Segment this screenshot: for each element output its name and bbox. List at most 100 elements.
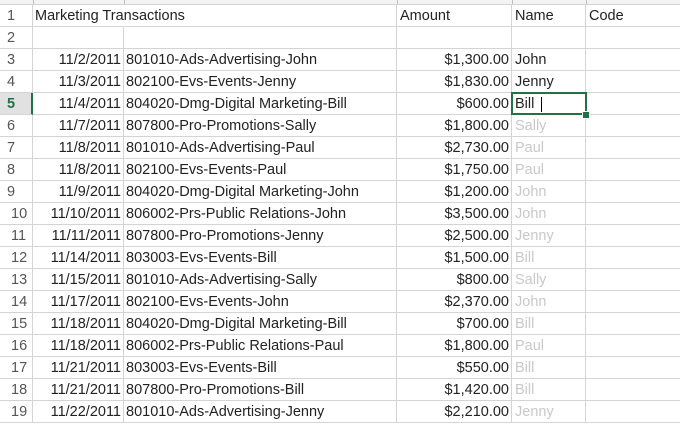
flash-fill-preview-cell[interactable]: Bill [512,247,586,269]
date-cell[interactable]: 11/17/2011 [33,291,124,313]
code-cell[interactable] [586,247,680,269]
sheet-title-cell[interactable]: Marketing Transactions [33,5,185,27]
code-column-label[interactable]: Code [586,5,680,27]
row-header[interactable]: 4 [0,71,33,93]
date-cell[interactable]: 11/15/2011 [33,269,124,291]
date-cell[interactable]: 11/18/2011 [33,313,124,335]
flash-fill-preview-cell[interactable]: John [512,291,586,313]
date-cell[interactable]: 11/7/2011 [33,115,124,137]
name-column-label[interactable]: Name [512,5,586,27]
flash-fill-preview-cell[interactable]: Sally [512,115,586,137]
date-cell[interactable]: 11/4/2011 [33,93,124,115]
amount-cell[interactable]: $2,370.00 [397,291,512,313]
code-cell[interactable] [586,357,680,379]
code-cell[interactable] [586,313,680,335]
date-cell[interactable]: 11/21/2011 [33,379,124,401]
row-header[interactable]: 16 [0,335,33,357]
date-cell[interactable]: 11/2/2011 [33,49,124,71]
description-cell[interactable]: 807800-Pro-Promotions-Sally [124,115,397,137]
row-header[interactable]: 7 [0,137,33,159]
flash-fill-preview-cell[interactable]: Sally [512,269,586,291]
active-cell-selection[interactable] [511,92,587,115]
empty-cell[interactable] [512,27,586,49]
row-header[interactable]: 6 [0,115,33,137]
date-cell[interactable]: 11/8/2011 [33,159,124,181]
flash-fill-preview-cell[interactable]: Jenny [512,225,586,247]
row-header[interactable]: 15 [0,313,33,335]
date-cell[interactable]: 11/18/2011 [33,335,124,357]
row-header[interactable]: 2 [0,27,33,49]
empty-cell[interactable] [124,27,397,49]
description-cell[interactable]: 801010-Ads-Advertising-Paul [124,137,397,159]
amount-cell[interactable]: $1,830.00 [397,71,512,93]
code-cell[interactable] [586,269,680,291]
date-cell[interactable]: 11/14/2011 [33,247,124,269]
amount-cell[interactable]: $2,730.00 [397,137,512,159]
description-cell[interactable]: 806002-Prs-Public Relations-John [124,203,397,225]
description-cell[interactable]: 802100-Evs-Events-Jenny [124,71,397,93]
row-header[interactable]: 19 [0,401,33,423]
amount-cell[interactable]: $2,500.00 [397,225,512,247]
description-cell[interactable]: 804020-Dmg-Digital Marketing-Bill [124,93,397,115]
empty-cell[interactable] [397,27,512,49]
code-cell[interactable] [586,137,680,159]
description-cell[interactable]: 803003-Evs-Events-Bill [124,357,397,379]
description-cell[interactable]: 801010-Ads-Advertising-Sally [124,269,397,291]
amount-cell[interactable]: $1,500.00 [397,247,512,269]
amount-cell[interactable]: $1,750.00 [397,159,512,181]
code-cell[interactable] [586,159,680,181]
amount-cell[interactable]: $1,420.00 [397,379,512,401]
fill-handle[interactable] [582,111,590,119]
flash-fill-preview-cell[interactable]: Bill [512,379,586,401]
row-header[interactable]: 1 [0,5,33,27]
empty-cell[interactable] [124,5,397,27]
amount-cell[interactable]: $1,800.00 [397,115,512,137]
amount-cell[interactable]: $2,210.00 [397,401,512,423]
description-cell[interactable]: 802100-Evs-Events-Paul [124,159,397,181]
flash-fill-preview-cell[interactable]: Jenny [512,401,586,423]
row-header[interactable]: 9 [0,181,33,203]
row-header[interactable]: 3 [0,49,33,71]
amount-cell[interactable]: $3,500.00 [397,203,512,225]
flash-fill-preview-cell[interactable]: Bill [512,357,586,379]
amount-cell[interactable]: $1,200.00 [397,181,512,203]
description-cell[interactable]: 806002-Prs-Public Relations-Paul [124,335,397,357]
name-cell[interactable]: John [512,49,586,71]
date-cell[interactable]: 11/8/2011 [33,137,124,159]
date-cell[interactable]: 11/10/2011 [33,203,124,225]
code-cell[interactable] [586,203,680,225]
amount-cell[interactable]: $1,300.00 [397,49,512,71]
amount-cell[interactable]: $700.00 [397,313,512,335]
amount-cell[interactable]: $550.00 [397,357,512,379]
row-header[interactable]: 18 [0,379,33,401]
date-cell[interactable]: 11/11/2011 [33,225,124,247]
row-header[interactable]: 12 [0,247,33,269]
row-header[interactable]: 5 [0,93,33,115]
row-header[interactable]: 13 [0,269,33,291]
code-cell[interactable] [586,49,680,71]
amount-cell[interactable]: $1,800.00 [397,335,512,357]
flash-fill-preview-cell[interactable]: Paul [512,335,586,357]
description-cell[interactable]: 801010-Ads-Advertising-John [124,49,397,71]
date-cell[interactable]: 11/3/2011 [33,71,124,93]
description-cell[interactable]: 803003-Evs-Events-Bill [124,247,397,269]
date-cell[interactable]: 11/22/2011 [33,401,124,423]
row-header[interactable]: 14 [0,291,33,313]
description-cell[interactable]: 807800-Pro-Promotions-Bill [124,379,397,401]
code-cell[interactable] [586,93,680,115]
name-cell[interactable]: Jenny [512,71,586,93]
flash-fill-preview-cell[interactable]: John [512,203,586,225]
flash-fill-preview-cell[interactable]: Bill [512,313,586,335]
code-cell[interactable] [586,379,680,401]
description-cell[interactable]: 804020-Dmg-Digital Marketing-John [124,181,397,203]
code-cell[interactable] [586,71,680,93]
flash-fill-preview-cell[interactable]: John [512,181,586,203]
code-cell[interactable] [586,335,680,357]
empty-cell[interactable] [586,27,680,49]
code-cell[interactable] [586,401,680,423]
row-header[interactable]: 8 [0,159,33,181]
flash-fill-preview-cell[interactable]: Paul [512,137,586,159]
amount-column-label[interactable]: Amount [397,5,512,27]
date-cell[interactable]: 11/21/2011 [33,357,124,379]
row-header[interactable]: 10 [0,203,33,225]
